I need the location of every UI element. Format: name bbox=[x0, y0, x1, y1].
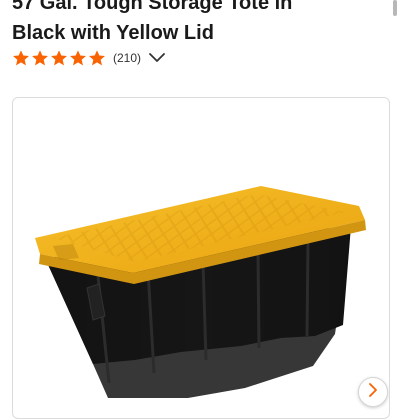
product-image-card[interactable] bbox=[12, 97, 390, 419]
star-icon bbox=[69, 49, 87, 67]
star-icon bbox=[50, 49, 68, 67]
product-title-line-1: 57 Gal. Tough Storage Tote in bbox=[12, 0, 293, 14]
product-image bbox=[35, 186, 366, 398]
star-icon bbox=[31, 49, 49, 67]
product-title-line-2: Black with Yellow Lid bbox=[12, 22, 214, 44]
next-image-button[interactable] bbox=[358, 377, 388, 407]
chevron-right-icon bbox=[368, 382, 378, 402]
scrollbar-thumb[interactable] bbox=[393, 0, 397, 16]
product-title: 57 Gal. Tough Storage Tote in Black with… bbox=[12, 0, 372, 48]
star-icon bbox=[88, 49, 106, 67]
scrollbar[interactable] bbox=[392, 0, 400, 20]
chevron-down-icon[interactable] bbox=[149, 53, 165, 63]
rating-stars bbox=[12, 49, 107, 67]
star-icon bbox=[12, 49, 30, 67]
rating-summary[interactable]: (210) bbox=[12, 47, 165, 69]
review-count[interactable]: (210) bbox=[113, 51, 141, 65]
